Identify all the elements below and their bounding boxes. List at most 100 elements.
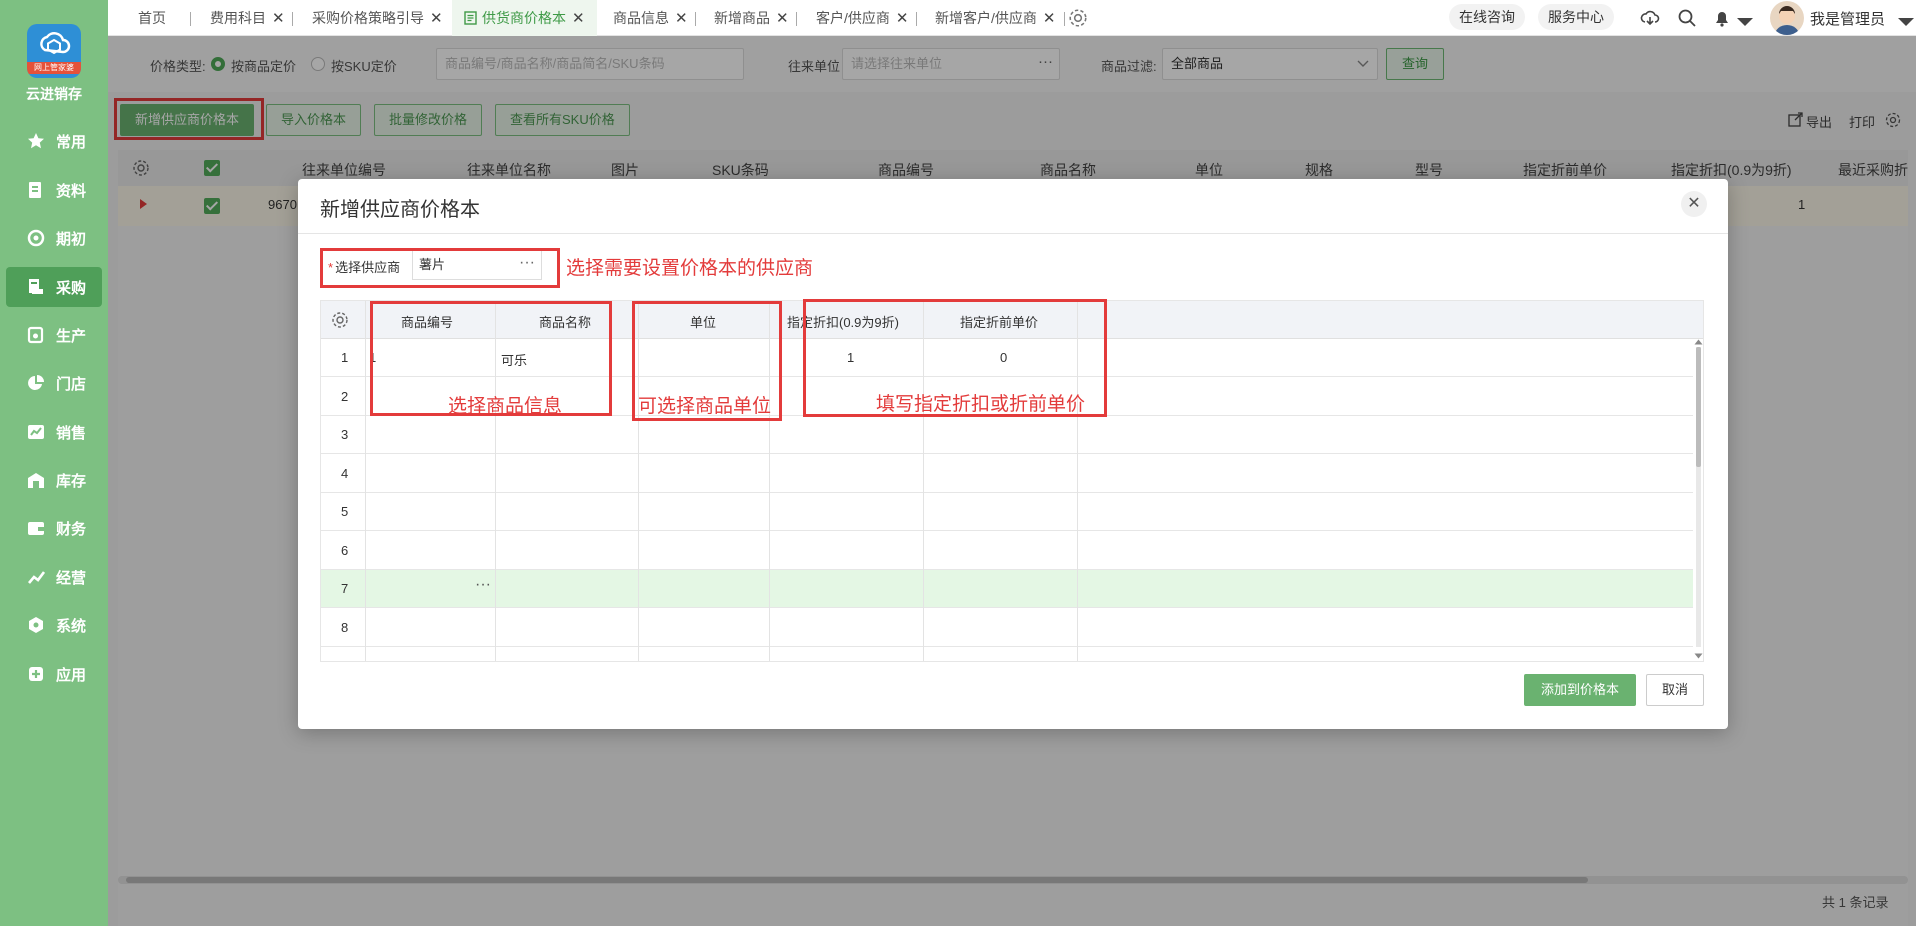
cloud-download-icon[interactable] [1640, 8, 1660, 28]
sidebar: 网上管家婆 云进销存 常用 资料 期初 采购 生产 门店 销售 库存 财务 经营 [0, 0, 108, 926]
tab-divider [695, 12, 696, 26]
sidebar-item-label: 经营 [56, 569, 87, 587]
tab-product-info[interactable]: 商品信息 ✕ [613, 0, 688, 36]
tab-home[interactable]: 首页 [138, 0, 166, 36]
tab-settings-icon[interactable] [1068, 8, 1088, 28]
grid-row[interactable]: 6 [321, 532, 1693, 570]
grid-row[interactable]: 9 [321, 647, 1693, 661]
logo-strip-text: 网上管家婆 [27, 62, 81, 74]
target-icon [26, 228, 46, 248]
cube-cloud-icon [40, 32, 71, 55]
row-number: 6 [341, 543, 349, 558]
tab-divider [1064, 12, 1065, 26]
purchase-icon [26, 277, 46, 297]
tab-divider [796, 12, 797, 26]
row-number: 7 [341, 581, 349, 596]
sidebar-item-label: 门店 [56, 375, 87, 393]
annotation-price-text: 填写指定折扣或折前单价 [876, 394, 1086, 415]
tab-purchase-price-guide[interactable]: 采购价格策略引导 ✕ [312, 0, 443, 36]
avatar[interactable] [1770, 1, 1804, 35]
hexagon-icon [26, 615, 46, 635]
service-center-button[interactable]: 服务中心 [1538, 4, 1614, 30]
tab-label: 商品信息 [613, 10, 669, 26]
close-icon[interactable]: ✕ [572, 9, 585, 27]
close-icon[interactable]: ✕ [1043, 9, 1056, 27]
star-icon [26, 131, 46, 151]
book-icon [464, 11, 477, 25]
sidebar-item-label: 财务 [56, 520, 87, 538]
tab-new-customer-supplier[interactable]: 新增客户/供应商 ✕ [935, 0, 1055, 36]
sidebar-item-system[interactable]: 系统 [6, 605, 102, 645]
sidebar-item-purchase[interactable]: 采购 [6, 267, 102, 307]
annotation-supplier-text: 选择需要设置价格本的供应商 [566, 258, 814, 279]
app-logo: 网上管家婆 [27, 24, 81, 78]
search-icon[interactable] [1677, 8, 1697, 28]
tab-bar: 首页 费用科目 ✕ 采购价格策略引导 ✕ 供货商价格本 ✕ 商品信息 ✕ 新增商品 ✕ 客… [108, 0, 1916, 36]
chevron-down-icon[interactable] [1896, 12, 1916, 32]
add-to-pricebook-button[interactable]: 添加到价格本 [1524, 674, 1636, 706]
warehouse-icon [26, 470, 46, 490]
user-name[interactable]: 我是管理员 [1810, 8, 1885, 29]
row-number: 9 [341, 658, 348, 661]
sidebar-item-opening[interactable]: 期初 [6, 218, 102, 258]
cancel-button[interactable]: 取消 [1646, 674, 1704, 706]
production-icon [26, 325, 46, 345]
annotation-unit-text: 可选择商品单位 [638, 396, 772, 417]
sidebar-item-label: 常用 [56, 133, 87, 151]
sidebar-item-common[interactable]: 常用 [6, 121, 102, 161]
grid-row[interactable]: 5 [321, 493, 1693, 531]
column-divider [365, 301, 366, 661]
sidebar-item-store[interactable]: 门店 [6, 363, 102, 403]
tab-label: 客户/供应商 [816, 10, 890, 26]
close-icon[interactable]: ✕ [896, 9, 909, 27]
divider [298, 233, 1728, 234]
scroll-up-icon[interactable] [1694, 339, 1703, 345]
chevron-down-icon[interactable] [1735, 12, 1755, 32]
close-icon[interactable]: ✕ [430, 9, 443, 27]
tab-expense-subjects[interactable]: 费用科目 ✕ [210, 0, 285, 36]
tab-label: 新增商品 [714, 10, 770, 26]
brand-name: 云进销存 [26, 86, 82, 102]
vertical-scrollbar[interactable] [1693, 339, 1703, 661]
sidebar-item-apps[interactable]: 应用 [6, 654, 102, 694]
row-number: 4 [341, 466, 349, 481]
tab-new-product[interactable]: 新增商品 ✕ [714, 0, 789, 36]
sidebar-item-label: 销售 [56, 424, 87, 442]
tab-customer-supplier[interactable]: 客户/供应商 ✕ [816, 0, 908, 36]
close-icon[interactable]: ✕ [272, 9, 285, 27]
grid-row[interactable]: 8 [321, 609, 1693, 647]
tab-label: 首页 [138, 10, 166, 26]
sidebar-item-inventory[interactable]: 库存 [6, 460, 102, 500]
sidebar-item-production[interactable]: 生产 [6, 315, 102, 355]
close-icon[interactable]: ✕ [675, 9, 688, 27]
scroll-down-icon[interactable] [1694, 653, 1703, 659]
sidebar-item-sales[interactable]: 销售 [6, 412, 102, 452]
tab-divider [916, 12, 917, 26]
row-number: 8 [341, 620, 349, 635]
grid-row[interactable]: 4 [321, 455, 1693, 493]
sidebar-item-label: 期初 [56, 230, 87, 248]
sidebar-item-data[interactable]: 资料 [6, 170, 102, 210]
close-icon[interactable]: ✕ [776, 9, 789, 27]
tab-supplier-pricebook[interactable]: 供货商价格本 ✕ [452, 0, 597, 36]
plus-square-icon [26, 664, 46, 684]
scroll-thumb[interactable] [1696, 347, 1701, 467]
trend-icon [26, 567, 46, 587]
more-icon[interactable]: ··· [475, 576, 491, 594]
tab-label: 新增客户/供应商 [935, 10, 1037, 26]
grid-row[interactable]: 3 [321, 416, 1693, 454]
bell-icon[interactable] [1712, 8, 1732, 28]
tab-label: 采购价格策略引导 [312, 10, 424, 26]
grid-row-selected[interactable]: 7 ··· [321, 570, 1693, 608]
document-icon [26, 180, 46, 200]
sidebar-item-finance[interactable]: 财务 [6, 508, 102, 548]
annotation-supplier-box [320, 248, 560, 288]
sidebar-item-label: 库存 [56, 472, 87, 490]
sidebar-item-operation[interactable]: 经营 [6, 557, 102, 597]
pie-icon [26, 373, 46, 393]
column-settings-icon[interactable] [331, 311, 349, 329]
row-number: 2 [341, 389, 349, 404]
annotation-goods-text: 选择商品信息 [448, 396, 563, 417]
online-consult-button[interactable]: 在线咨询 [1449, 4, 1525, 30]
close-icon[interactable]: ✕ [1681, 191, 1707, 217]
